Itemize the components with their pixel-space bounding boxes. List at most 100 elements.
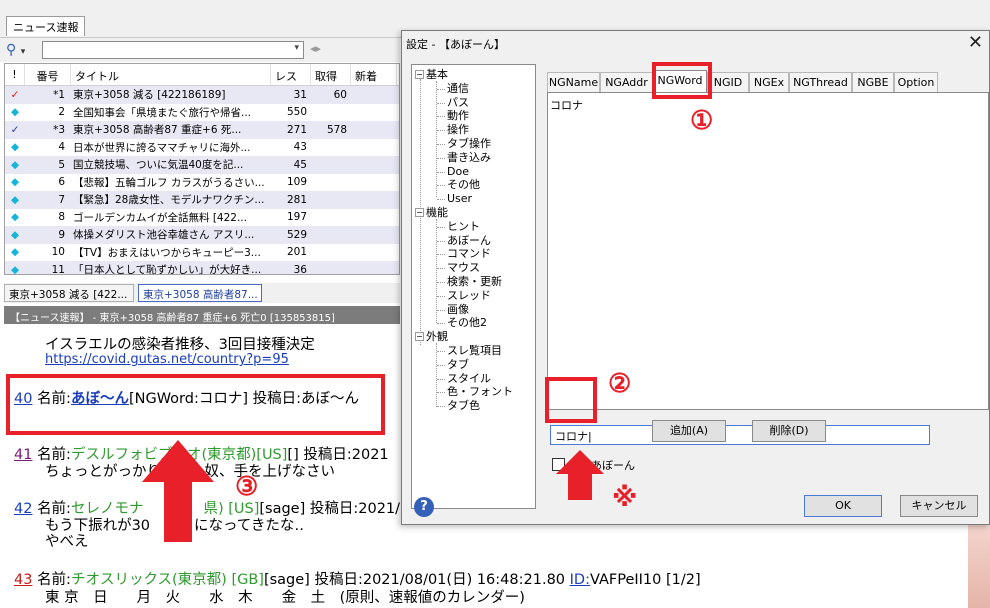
thread-title: 東京+3058 減る [422186189] bbox=[73, 89, 226, 102]
thread-tab-1[interactable]: 東京+3058 減る [422... bbox=[4, 284, 134, 302]
close-icon[interactable]: ✕ bbox=[968, 32, 983, 53]
tree-item-basic-0[interactable]: 通信 bbox=[447, 82, 469, 95]
post-link[interactable]: https://covid.gutas.net/country?p=95 bbox=[45, 352, 289, 367]
post-page: [1/2] bbox=[665, 572, 701, 588]
tab-ngbe[interactable]: NGBE bbox=[852, 72, 894, 92]
col-mark[interactable]: ! bbox=[5, 64, 25, 85]
tree-item-func-7[interactable]: その他2 bbox=[447, 316, 487, 329]
tree-item-func-4[interactable]: 検索・更新 bbox=[447, 275, 502, 288]
tab-ngthread[interactable]: NGThread bbox=[789, 72, 852, 92]
help-icon[interactable]: ? bbox=[414, 497, 434, 517]
ng-word-list[interactable]: コロナ bbox=[547, 92, 989, 410]
tree-group-func[interactable]: − 機能 bbox=[415, 206, 448, 219]
thread-row[interactable]: ◆ 4 日本が世界に誇るママチャリに海外... 43 bbox=[5, 139, 399, 157]
tree-item-basic-8[interactable]: User bbox=[447, 192, 472, 205]
ok-button[interactable]: OK bbox=[804, 495, 882, 517]
tab-ngid[interactable]: NGID bbox=[707, 72, 749, 92]
tree-item-func-5[interactable]: スレッド bbox=[447, 289, 491, 302]
col-get[interactable]: 取得 bbox=[311, 64, 351, 85]
col-number[interactable]: 番号 bbox=[25, 64, 71, 85]
thread-res-count: 281 bbox=[286, 193, 307, 206]
post-number[interactable]: 42 bbox=[14, 501, 32, 517]
tree-item-basic-2[interactable]: 動作 bbox=[447, 109, 469, 122]
thread-res-count: 550 bbox=[286, 106, 307, 119]
search-bar: ⚲ ▾ ▾ ◂▸ bbox=[0, 38, 400, 62]
post-text: イスラエルの感染者推移、3回目接種決定 bbox=[45, 337, 315, 353]
tree-group-label: 機能 bbox=[426, 206, 448, 219]
tree-item-basic-4[interactable]: タブ操作 bbox=[447, 137, 491, 150]
tree-connector bbox=[437, 254, 445, 256]
thread-row[interactable]: ◆ 7 【緊急】28歳女性、モデルナワクチン... 281 bbox=[5, 191, 399, 209]
annotation-2: ② bbox=[608, 369, 632, 399]
thread-number: 7 bbox=[58, 193, 65, 206]
thread-number: *3 bbox=[53, 123, 65, 136]
tree-item-look-2[interactable]: スタイル bbox=[447, 372, 491, 385]
thread-tab-2[interactable]: 東京+3058 高齢者87... bbox=[138, 284, 262, 302]
tree-item-basic-6[interactable]: Doe bbox=[447, 165, 469, 178]
thread-row[interactable]: ◆ 2 全国知事会「県境またぐ旅行や帰省... 550 bbox=[5, 104, 399, 122]
col-res[interactable]: レス bbox=[271, 64, 311, 85]
tab-ngex[interactable]: NGEx bbox=[749, 72, 789, 92]
tab-news[interactable]: ニュース速報 bbox=[6, 16, 86, 36]
tree-item-func-3[interactable]: マウス bbox=[447, 261, 480, 274]
thread-number: 5 bbox=[58, 158, 65, 171]
thread-title: 【TV】おまえはいつからキューピー3... bbox=[73, 246, 261, 259]
thread-row[interactable]: ✓ *3 東京+3058 高齢者87 重症+6 死... 271 578 bbox=[5, 121, 399, 139]
ng-word-input[interactable]: コロナ| bbox=[550, 425, 930, 445]
thread-row[interactable]: ✓ *1 東京+3058 減る [422186189] 31 60 bbox=[5, 86, 399, 104]
tree-item-func-6[interactable]: 画像 bbox=[447, 303, 469, 316]
tree-item-look-0[interactable]: スレ覧項目 bbox=[447, 344, 502, 357]
collapse-icon[interactable]: − bbox=[415, 332, 424, 342]
tree-connector bbox=[437, 226, 445, 228]
col-title[interactable]: タイトル bbox=[71, 64, 271, 85]
thread-row[interactable]: ◆ 6 【悲報】五輪ゴルフ カラスがうるさい... 109 bbox=[5, 174, 399, 192]
tree-item-look-3[interactable]: 色・フォント bbox=[447, 385, 513, 398]
tree-group-look[interactable]: − 外観 bbox=[415, 330, 448, 343]
tree-connector bbox=[437, 268, 445, 270]
thread-list-rows: ✓ *1 東京+3058 減る [422186189] 31 60 ◆ 2 全国知事会「県境ま… bbox=[5, 86, 399, 275]
tree-item-func-0[interactable]: ヒント bbox=[447, 220, 480, 233]
add-button[interactable]: 追加(A) bbox=[652, 420, 726, 442]
id-label[interactable]: ID: bbox=[570, 572, 590, 588]
tree-item-basic-3[interactable]: 操作 bbox=[447, 123, 469, 136]
col-new[interactable]: 新着 bbox=[351, 64, 397, 85]
tree-item-func-1[interactable]: あぼーん bbox=[447, 234, 491, 247]
thread-row[interactable]: ◆ 10 【TV】おまえはいつからキューピー3... 201 bbox=[5, 244, 399, 262]
tab-ngaddr[interactable]: NGAddr bbox=[600, 72, 653, 92]
tree-item-look-4[interactable]: タブ色 bbox=[447, 399, 480, 412]
tree-group-basic[interactable]: − 基本 bbox=[415, 68, 448, 81]
tree-connector bbox=[437, 378, 445, 380]
status-mark-icon: ◆ bbox=[10, 246, 20, 259]
tree-item-func-2[interactable]: コマンド bbox=[447, 247, 491, 260]
collapse-icon[interactable]: − bbox=[415, 70, 424, 79]
post-43-body: 東 京 日 月 火 水 木 金 土 (原則、速報値のカレンダー) bbox=[45, 590, 525, 606]
chevron-down-icon[interactable]: ▾ bbox=[294, 43, 299, 53]
collapse-icon[interactable]: − bbox=[415, 208, 424, 217]
thread-row[interactable]: ◆ 8 ゴールデンカムイが全話無料 [422... 197 bbox=[5, 209, 399, 227]
thread-row[interactable]: ◆ 9 体操メダリスト池谷幸雄さん アスリ... 529 bbox=[5, 226, 399, 244]
tab-ngname[interactable]: NGName bbox=[547, 72, 600, 92]
search-icon[interactable]: ⚲ ▾ bbox=[6, 42, 36, 58]
dialog-title: 設定 - 【あぼーん】 bbox=[406, 38, 505, 51]
thread-row[interactable]: ◆ 5 国立競技場、ついに気温40度を記... 45 bbox=[5, 156, 399, 174]
tree-guide bbox=[436, 219, 437, 323]
nav-arrows-icon[interactable]: ◂▸ bbox=[310, 42, 321, 55]
tree-guide bbox=[436, 343, 437, 407]
thread-res-count: 36 bbox=[293, 263, 307, 275]
tree-item-basic-1[interactable]: パス bbox=[447, 96, 469, 109]
search-input[interactable]: ▾ bbox=[42, 41, 304, 59]
thread-number: 2 bbox=[58, 106, 65, 119]
thread-res-count: 43 bbox=[293, 141, 307, 154]
post-number[interactable]: 41 bbox=[14, 447, 32, 463]
tree-guide bbox=[436, 81, 437, 197]
thread-res-count: 31 bbox=[293, 88, 307, 101]
cancel-button[interactable]: キャンセル bbox=[900, 495, 978, 517]
post-number[interactable]: 43 bbox=[14, 572, 32, 588]
tab-option[interactable]: Option bbox=[894, 72, 938, 92]
thread-row[interactable]: ◆ 11 「日本人として恥ずかしい」が大好き... 36 bbox=[5, 261, 399, 275]
delete-button[interactable]: 削除(D) bbox=[752, 420, 826, 442]
tree-item-basic-7[interactable]: その他 bbox=[447, 178, 480, 191]
tree-item-basic-5[interactable]: 書き込み bbox=[447, 151, 491, 164]
ng-word-item[interactable]: コロナ bbox=[550, 97, 986, 113]
tree-item-look-1[interactable]: タブ bbox=[447, 358, 469, 371]
